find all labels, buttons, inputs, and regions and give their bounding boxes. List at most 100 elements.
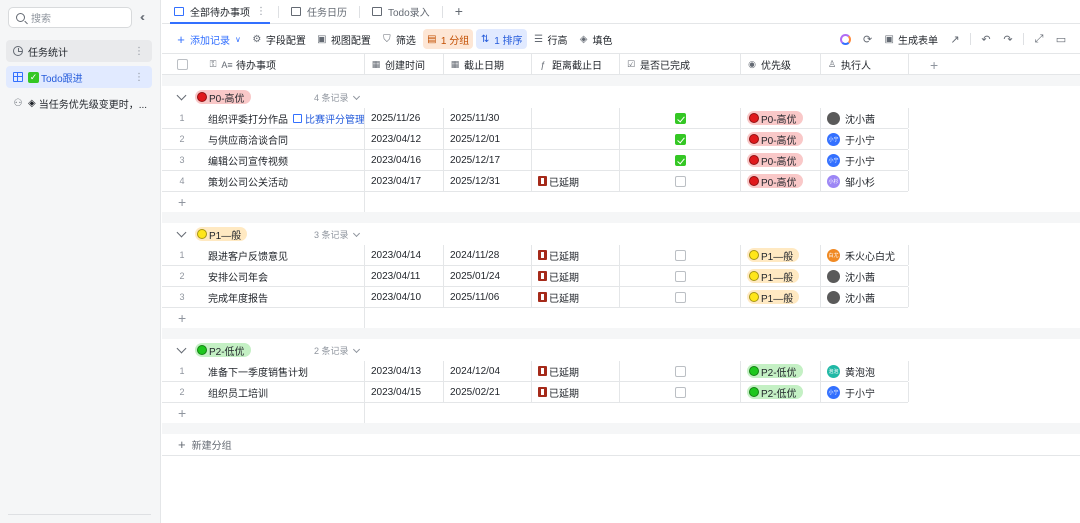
cell-created[interactable]: 2025/11/26 bbox=[365, 108, 444, 128]
cell-days-left[interactable]: 已延期 bbox=[532, 382, 620, 402]
cell-created[interactable]: 2023/04/15 bbox=[365, 382, 444, 402]
cell-task[interactable]: 跟进客户反馈意见 bbox=[202, 245, 365, 265]
table-row[interactable]: 1 准备下一季度销售计划 2023/04/13 2024/12/04 已延期 P2-低优 泡… bbox=[162, 361, 909, 382]
chevron-down-icon[interactable] bbox=[176, 227, 187, 238]
cell-task[interactable]: 准备下一季度销售计划 bbox=[202, 361, 365, 381]
sidebar-item-automation[interactable]: ⚇ ◈ 当任务优先级变更时，... bbox=[6, 92, 152, 114]
ai-assistant-icon[interactable] bbox=[835, 29, 857, 49]
more-icon[interactable]: ⋮ bbox=[134, 72, 144, 83]
done-checkbox[interactable] bbox=[674, 175, 686, 187]
cell-task[interactable]: 组织评委打分作品 比赛评分管理 bbox=[202, 108, 365, 128]
view-config-button[interactable]: ▣ 视图配置 bbox=[313, 29, 375, 49]
cell-task[interactable]: 策划公司公关活动 bbox=[202, 171, 365, 191]
group-record-count[interactable]: 2 条记录 bbox=[314, 344, 359, 357]
group-record-count[interactable]: 4 条记录 bbox=[314, 91, 359, 104]
done-checkbox[interactable] bbox=[674, 386, 686, 398]
done-checkbox[interactable] bbox=[674, 154, 686, 166]
cell-priority[interactable]: P0-高优 bbox=[741, 171, 821, 191]
cell-due[interactable]: 2025/11/06 bbox=[444, 287, 532, 307]
comment-icon[interactable]: ▭ bbox=[1050, 29, 1072, 49]
table-row[interactable]: 2 安排公司年会 2023/04/11 2025/01/24 已延期 P1—般 沈小茜 bbox=[162, 266, 909, 287]
cell-task[interactable]: 编辑公司宣传视频 bbox=[202, 150, 365, 170]
cell-created[interactable]: 2023/04/10 bbox=[365, 287, 444, 307]
cell-days-left[interactable]: 已延期 bbox=[532, 287, 620, 307]
add-row-button[interactable]: + bbox=[162, 308, 364, 328]
cell-priority[interactable]: P1—般 bbox=[741, 245, 821, 265]
chevron-down-icon[interactable] bbox=[176, 343, 187, 354]
cell-priority[interactable]: P0-高优 bbox=[741, 150, 821, 170]
expand-icon[interactable]: ⤢ bbox=[1028, 29, 1050, 49]
cell-owner[interactable]: 小杉 邹小杉 bbox=[821, 171, 909, 191]
cell-owner[interactable]: 小宁 于小宁 bbox=[821, 129, 909, 149]
linked-record[interactable]: 比赛评分管理 bbox=[293, 111, 364, 126]
column-header-owner[interactable]: ♙ 执行人 bbox=[821, 54, 909, 75]
cell-days-left[interactable] bbox=[532, 150, 620, 170]
cell-days-left[interactable]: 已延期 bbox=[532, 266, 620, 286]
cell-priority[interactable]: P0-高优 bbox=[741, 108, 821, 128]
table-row[interactable]: 2 组织员工培训 2023/04/15 2025/02/21 已延期 P2-低优 小宁 于小宁 bbox=[162, 382, 909, 403]
cell-due[interactable]: 2025/01/24 bbox=[444, 266, 532, 286]
add-row-button[interactable]: + bbox=[162, 403, 364, 423]
cell-created[interactable]: 2023/04/17 bbox=[365, 171, 444, 191]
column-header-days-left[interactable]: ƒ 距离截止日 bbox=[532, 54, 620, 75]
done-checkbox[interactable] bbox=[674, 133, 686, 145]
cell-priority[interactable]: P1—般 bbox=[741, 287, 821, 307]
double-chevron-left-icon[interactable]: ‹‹ bbox=[140, 10, 145, 24]
more-icon[interactable]: ⋮ bbox=[256, 6, 266, 17]
cell-owner[interactable]: 泡泡 黄泡泡 bbox=[821, 361, 909, 381]
table-row[interactable]: 2 与供应商洽谈合同 2023/04/12 2025/12/01 P0-高优 小宁 于小宁 bbox=[162, 129, 909, 150]
done-checkbox[interactable] bbox=[674, 249, 686, 261]
sidebar-item-stats[interactable]: 任务统计 ⋮ bbox=[6, 40, 152, 62]
cell-created[interactable]: 2023/04/11 bbox=[365, 266, 444, 286]
search-input[interactable]: 搜索 bbox=[8, 7, 132, 28]
cell-due[interactable]: 2025/12/31 bbox=[444, 171, 532, 191]
group-header[interactable]: P1—般 3 条记录 bbox=[162, 223, 364, 245]
table-row[interactable]: 3 完成年度报告 2023/04/10 2025/11/06 已延期 P1—般 沈小茜 bbox=[162, 287, 909, 308]
select-all-checkbox[interactable] bbox=[162, 54, 202, 75]
automation-bolt-icon[interactable]: ⟳ bbox=[857, 29, 879, 49]
cell-task[interactable]: 组织员工培训 bbox=[202, 382, 365, 402]
more-icon[interactable]: ⋮ bbox=[134, 46, 144, 57]
table-row[interactable]: 4 策划公司公关活动 2023/04/17 2025/12/31 已延期 P0-高优 小杉邹… bbox=[162, 171, 909, 192]
filter-button[interactable]: ⛉ 筛选 bbox=[378, 29, 420, 49]
column-header-done[interactable]: ☑ 是否已完成 bbox=[620, 54, 741, 75]
cell-days-left[interactable] bbox=[532, 129, 620, 149]
redo-icon[interactable]: ↷ bbox=[997, 29, 1019, 49]
cell-due[interactable]: 2025/12/17 bbox=[444, 150, 532, 170]
done-checkbox[interactable] bbox=[674, 112, 686, 124]
cell-task[interactable]: 完成年度报告 bbox=[202, 287, 365, 307]
cell-priority[interactable]: P2-低优 bbox=[741, 382, 821, 402]
table-row[interactable]: 1 组织评委打分作品 比赛评分管理 2025/11/26 2025/11/30 P0-高优… bbox=[162, 108, 909, 129]
column-header-due[interactable]: ▦ 截止日期 bbox=[444, 54, 532, 75]
group-header[interactable]: P0-高优 4 条记录 bbox=[162, 86, 364, 108]
add-record-button[interactable]: + 添加记录 ∨ bbox=[172, 29, 245, 49]
cell-owner[interactable]: 白尤 禾火心白尤 bbox=[821, 245, 909, 265]
cell-owner[interactable]: 沈小茜 bbox=[821, 266, 909, 286]
done-checkbox[interactable] bbox=[674, 365, 686, 377]
done-checkbox[interactable] bbox=[674, 291, 686, 303]
add-column-button[interactable]: + bbox=[930, 57, 938, 73]
cell-task[interactable]: 安排公司年会 bbox=[202, 266, 365, 286]
done-checkbox[interactable] bbox=[674, 270, 686, 282]
row-height-button[interactable]: ☰ 行高 bbox=[530, 29, 572, 49]
group-header[interactable]: P2-低优 2 条记录 bbox=[162, 339, 364, 361]
cell-due[interactable]: 2025/02/21 bbox=[444, 382, 532, 402]
cell-priority[interactable]: P0-高优 bbox=[741, 129, 821, 149]
cell-days-left[interactable] bbox=[532, 108, 620, 128]
group-record-count[interactable]: 3 条记录 bbox=[314, 228, 359, 241]
cell-due[interactable]: 2025/11/30 bbox=[444, 108, 532, 128]
cell-due[interactable]: 2024/12/04 bbox=[444, 361, 532, 381]
table-row[interactable]: 3 编辑公司宣传视频 2023/04/16 2025/12/17 P0-高优 小宁 于小宁 bbox=[162, 150, 909, 171]
tab-all-todos[interactable]: 全部待办事项 ⋮ bbox=[162, 0, 278, 24]
cell-due[interactable]: 2024/11/28 bbox=[444, 245, 532, 265]
column-header-created[interactable]: ▦ 创建时间 bbox=[365, 54, 444, 75]
cell-created[interactable]: 2023/04/16 bbox=[365, 150, 444, 170]
cell-owner[interactable]: 沈小茜 bbox=[821, 287, 909, 307]
cell-days-left[interactable]: 已延期 bbox=[532, 171, 620, 191]
column-header-priority[interactable]: ◉ 优先级 bbox=[741, 54, 821, 75]
sort-button[interactable]: ⇅ 1 排序 bbox=[476, 29, 527, 49]
cell-owner[interactable]: 小宁 于小宁 bbox=[821, 150, 909, 170]
cell-days-left[interactable]: 已延期 bbox=[532, 361, 620, 381]
group-button[interactable]: ▤ 1 分组 bbox=[422, 29, 474, 49]
undo-icon[interactable]: ↶ bbox=[975, 29, 997, 49]
